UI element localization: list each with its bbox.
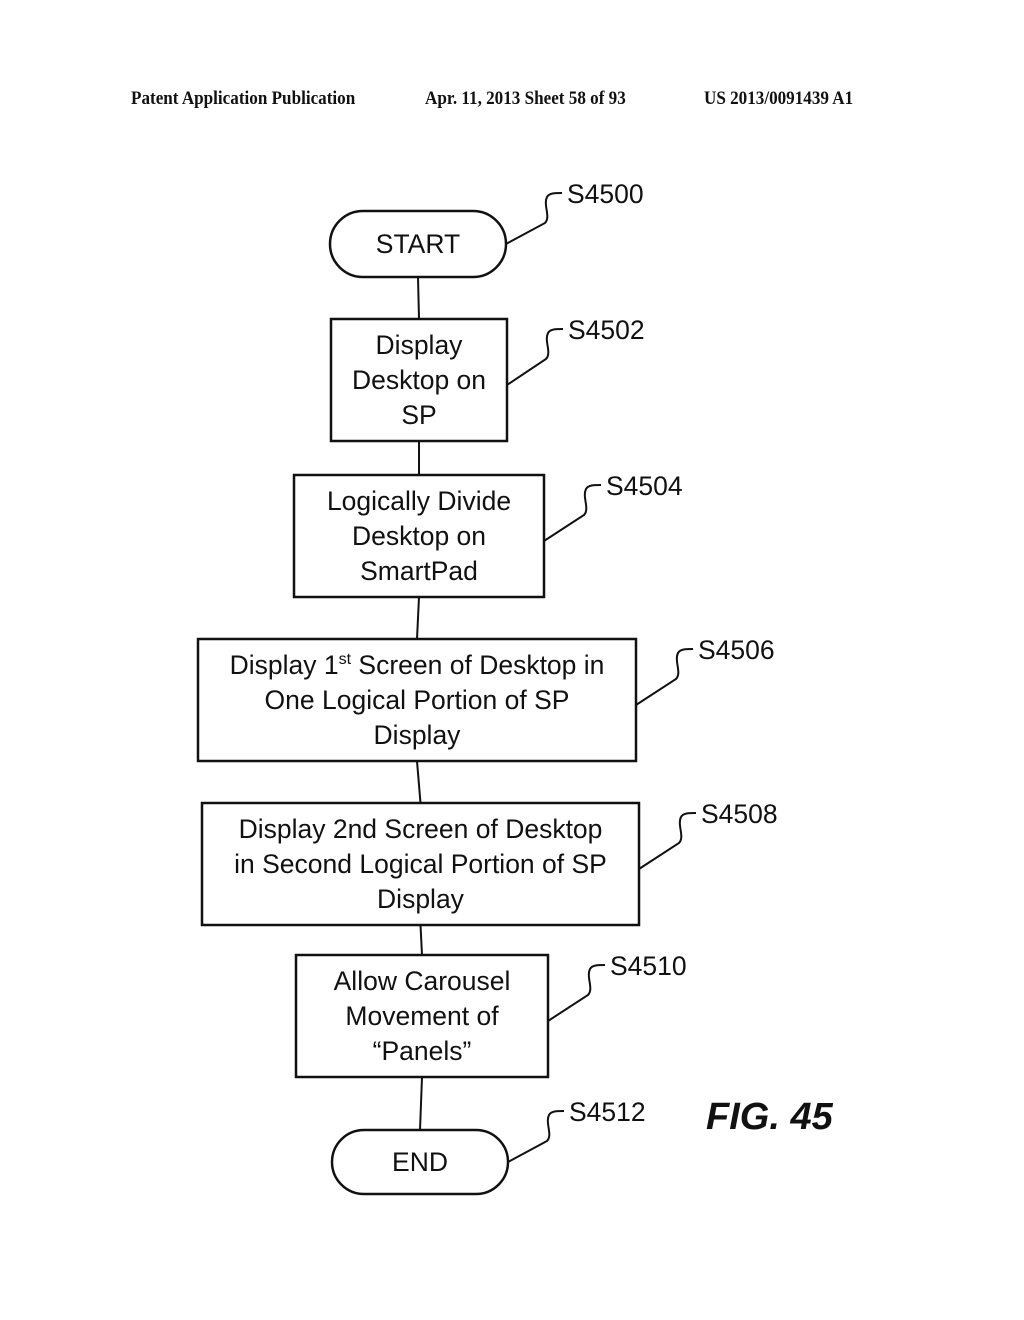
flow-connector (419, 924, 423, 956)
reference-leader (547, 964, 606, 1022)
flow-connector (416, 760, 422, 804)
flow-node-s4504: Logically Divide Desktop on SmartPad S4504 (292, 471, 683, 599)
figure-label: FIG. 45 (706, 1096, 833, 1138)
flow-node-s4502: Display Desktop on SP S4502 (329, 315, 645, 443)
flow-node-s4512: END S4512 (330, 1097, 646, 1196)
flow-connector (416, 596, 420, 640)
node-text-line: START (376, 229, 460, 259)
node-text-line: Movement of (345, 1001, 499, 1031)
node-text-line: Display 1st Screen of Desktop in (230, 650, 605, 680)
node-text-line: SP (401, 400, 436, 430)
reference-leader (635, 648, 694, 706)
reference-leader (505, 192, 563, 245)
step-reference-label: S4508 (701, 799, 778, 829)
node-text-line: Logically Divide (327, 486, 511, 516)
flow-node-s4500: START S4500 (328, 179, 644, 279)
step-reference-label: S4500 (567, 179, 644, 209)
node-text-line: Display (377, 884, 465, 914)
flow-node-s4506: Display 1st Screen of Desktop in One Logi… (196, 635, 775, 763)
flow-node-s4508: Display 2nd Screen of Desktop in Second L… (200, 799, 778, 927)
node-text-line: in Second Logical Portion of SP (234, 849, 607, 879)
step-reference-label: S4502 (568, 315, 645, 345)
node-text-line: Desktop on (352, 365, 486, 395)
node-text-line: Display (374, 720, 462, 750)
node-text-line: Allow Carousel (334, 966, 511, 996)
reference-leader (507, 1110, 565, 1163)
step-reference-label: S4510 (610, 951, 687, 981)
node-text-line: Desktop on (352, 521, 486, 551)
flowchart: START S4500 Display Desktop on SP S4502 Logica… (196, 179, 778, 1196)
node-text-line: Display (376, 330, 464, 360)
reference-leader (638, 812, 697, 870)
reference-leader (506, 328, 564, 386)
flow-node-s4510: Allow Carousel Movement of “Panels” S4510 (294, 951, 687, 1079)
step-reference-label: S4506 (698, 635, 775, 665)
flow-connector (419, 1076, 423, 1131)
node-text-line: One Logical Portion of SP (265, 685, 570, 715)
flow-connector (417, 276, 420, 320)
node-text-line: Display 2nd Screen of Desktop (239, 814, 603, 844)
reference-leader (543, 484, 602, 542)
node-text-line: SmartPad (360, 556, 478, 586)
step-reference-label: S4512 (569, 1097, 646, 1127)
node-text-line: END (392, 1147, 448, 1177)
step-reference-label: S4504 (606, 471, 683, 501)
node-text-line: “Panels” (373, 1036, 472, 1066)
